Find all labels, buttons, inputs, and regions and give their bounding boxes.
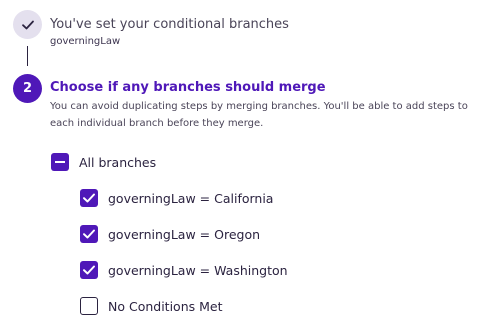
branch-label: governingLaw = California — [108, 190, 274, 206]
step1-title: You've set your conditional branches — [50, 17, 289, 32]
checked-checkbox-icon[interactable] — [80, 225, 98, 243]
branch-checkbox-washington[interactable]: governingLaw = Washington — [80, 261, 288, 279]
all-branches-label: All branches — [79, 154, 157, 170]
indeterminate-checkbox-icon[interactable] — [51, 153, 69, 171]
step1-subtitle: governingLaw — [50, 36, 121, 47]
step-number-badge: 2 — [13, 74, 42, 103]
unchecked-checkbox-icon[interactable] — [80, 297, 98, 315]
check-icon — [21, 20, 34, 29]
branch-label: No Conditions Met — [108, 298, 223, 314]
step2-description: You can avoid duplicating steps by mergi… — [50, 101, 468, 129]
branch-checkbox-california[interactable]: governingLaw = California — [80, 189, 273, 207]
step-connector — [26, 46, 28, 66]
step-complete-indicator — [13, 10, 42, 39]
checked-checkbox-icon[interactable] — [80, 261, 98, 279]
checked-checkbox-icon[interactable] — [80, 189, 98, 207]
all-branches-checkbox[interactable]: All branches — [51, 153, 156, 171]
branch-checkbox-oregon[interactable]: governingLaw = Oregon — [80, 225, 260, 243]
branch-checkbox-no-conditions[interactable]: No Conditions Met — [80, 297, 222, 315]
step2-title: Choose if any branches should merge — [50, 80, 326, 95]
branch-label: governingLaw = Oregon — [108, 226, 261, 242]
branch-label: governingLaw = Washington — [108, 262, 288, 278]
merge-branches-panel: You've set your conditional branches gov… — [0, 0, 490, 333]
